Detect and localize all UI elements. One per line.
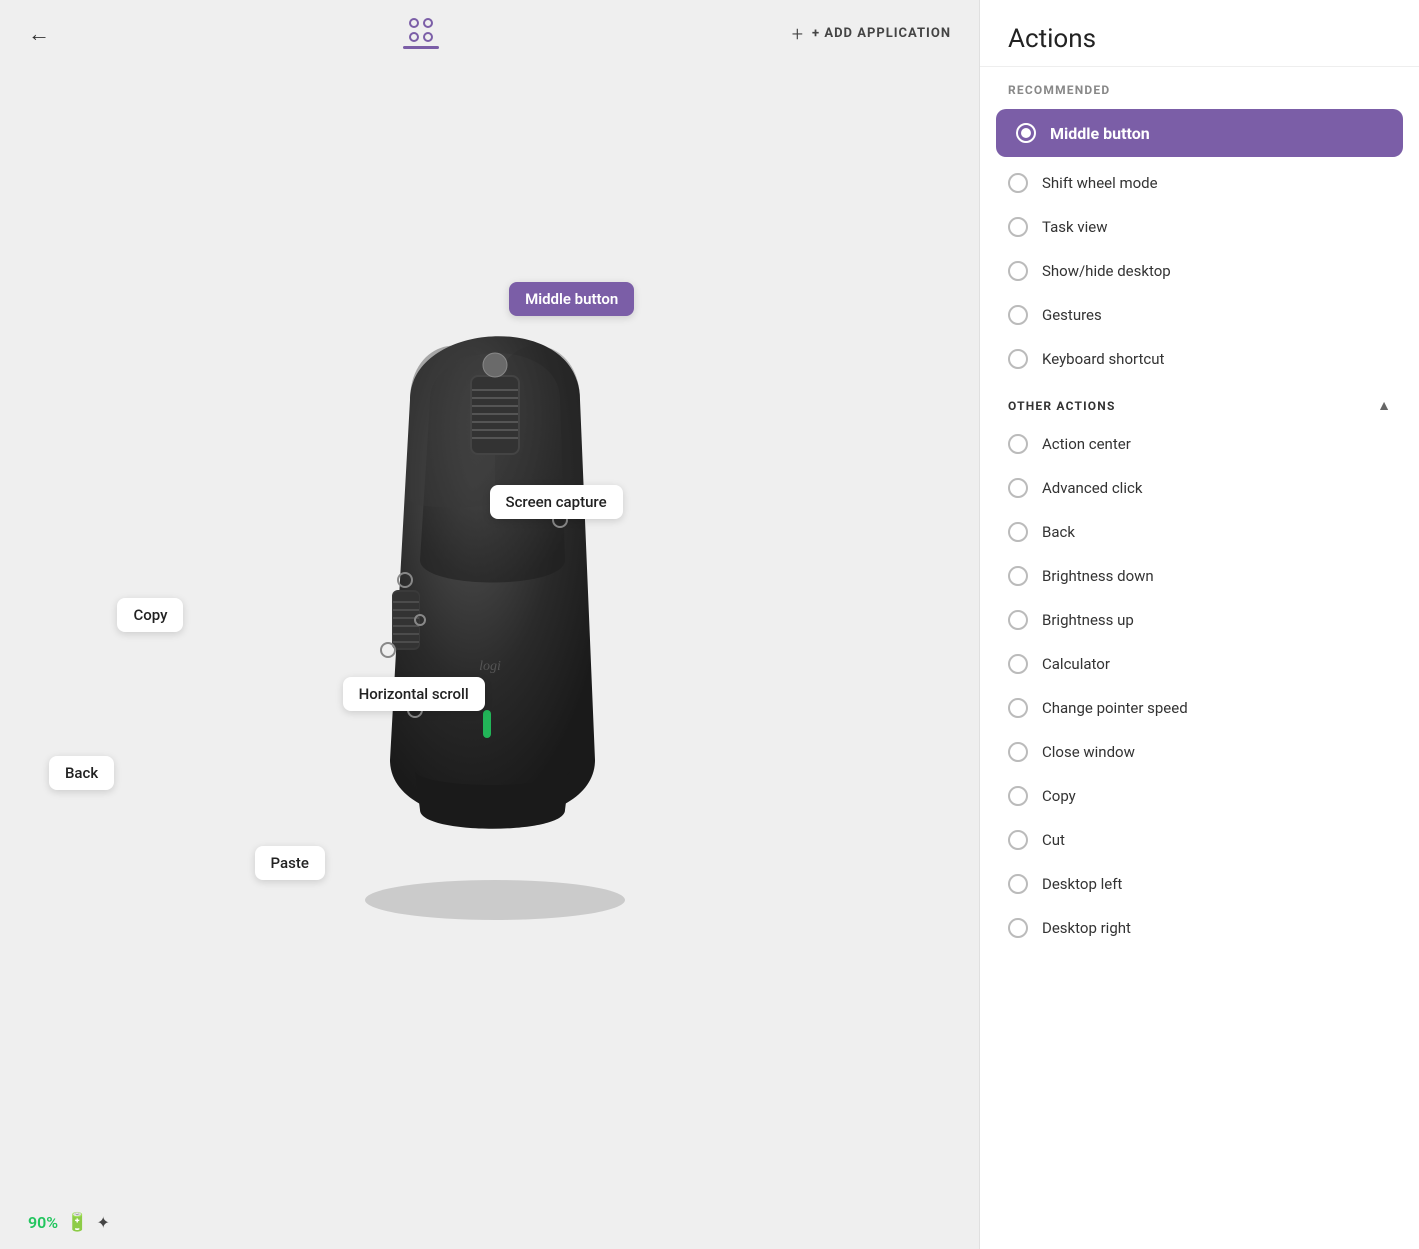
radio-show-hide-desktop [1008, 261, 1028, 281]
copy-label-text: Copy [133, 606, 167, 624]
other-actions-header: OTHER ACTIONS ▲ [980, 381, 1419, 422]
other-action-label-close-window: Close window [1042, 743, 1135, 761]
svg-text:logi: logi [479, 659, 501, 674]
other-radio-desktop-left [1008, 874, 1028, 894]
apps-icon-wrapper[interactable] [403, 18, 439, 49]
apps-dot-4 [423, 32, 433, 42]
other-action-label-calculator: Calculator [1042, 655, 1110, 673]
apps-underline [403, 46, 439, 49]
other-radio-calculator [1008, 654, 1028, 674]
other-action-item-copy[interactable]: Copy [980, 774, 1419, 818]
other-action-item-brightness-down[interactable]: Brightness down [980, 554, 1419, 598]
action-item-task-view[interactable]: Task view [980, 205, 1419, 249]
action-item-shift-wheel[interactable]: Shift wheel mode [980, 161, 1419, 205]
other-action-item-advanced-click[interactable]: Advanced click [980, 466, 1419, 510]
mouse-illustration: logi [300, 280, 680, 920]
other-action-label-back: Back [1042, 523, 1075, 541]
screen-capture-label: Screen capture [490, 485, 623, 519]
other-action-item-back[interactable]: Back [980, 510, 1419, 554]
radio-task-view [1008, 217, 1028, 237]
back-button[interactable]: ← [28, 21, 50, 47]
radio-middle-button [1016, 123, 1036, 143]
other-radio-action-center [1008, 434, 1028, 454]
action-item-keyboard-shortcut[interactable]: Keyboard shortcut [980, 337, 1419, 381]
action-label-show-hide-desktop: Show/hide desktop [1042, 262, 1171, 280]
other-actions-title: OTHER ACTIONS [1008, 399, 1116, 413]
actions-title: Actions [1008, 24, 1391, 54]
action-item-middle-button[interactable]: Middle button [996, 109, 1403, 157]
radio-inner-middle-button [1021, 128, 1031, 138]
plus-icon: + [792, 22, 804, 46]
other-action-label-advanced-click: Advanced click [1042, 479, 1142, 497]
other-action-label-cut: Cut [1042, 831, 1065, 849]
other-radio-desktop-right [1008, 918, 1028, 938]
left-panel: ← + + ADD APPLICATION [0, 0, 979, 1249]
back-label-text: Back [65, 764, 98, 782]
status-bar: 90% 🔋 ✦ [0, 1196, 979, 1249]
apps-dot-3 [409, 32, 419, 42]
radio-shift-wheel [1008, 173, 1028, 193]
other-radio-brightness-down [1008, 566, 1028, 586]
chevron-up-icon[interactable]: ▲ [1377, 397, 1391, 414]
action-label-task-view: Task view [1042, 218, 1108, 236]
battery-percentage: 90% [28, 1213, 58, 1232]
back-label: Back [49, 756, 114, 790]
other-action-label-desktop-left: Desktop left [1042, 875, 1122, 893]
other-action-item-cut[interactable]: Cut [980, 818, 1419, 862]
other-actions-list: Action center Advanced click Back Brightnes… [980, 422, 1419, 950]
other-action-item-brightness-up[interactable]: Brightness up [980, 598, 1419, 642]
add-app-label: + ADD APPLICATION [812, 26, 951, 41]
other-action-label-action-center: Action center [1042, 435, 1131, 453]
other-action-item-action-center[interactable]: Action center [980, 422, 1419, 466]
other-radio-brightness-up [1008, 610, 1028, 630]
recommended-list: Middle button Shift wheel mode Task view Sh… [980, 105, 1419, 381]
other-radio-advanced-click [1008, 478, 1028, 498]
battery-icon: 🔋 [66, 1212, 88, 1233]
other-action-item-close-window[interactable]: Close window [980, 730, 1419, 774]
action-label-shift-wheel: Shift wheel mode [1042, 174, 1158, 192]
other-action-label-change-pointer-speed: Change pointer speed [1042, 699, 1188, 717]
radio-keyboard-shortcut [1008, 349, 1028, 369]
apps-dot-2 [423, 18, 433, 28]
action-item-show-hide-desktop[interactable]: Show/hide desktop [980, 249, 1419, 293]
other-action-item-desktop-left[interactable]: Desktop left [980, 862, 1419, 906]
action-label-gestures: Gestures [1042, 306, 1102, 324]
apps-icon [409, 18, 433, 42]
other-radio-close-window [1008, 742, 1028, 762]
other-action-label-copy: Copy [1042, 787, 1076, 805]
screen-capture-label-text: Screen capture [506, 493, 607, 511]
actions-header: Actions [980, 0, 1419, 67]
apps-dot-1 [409, 18, 419, 28]
mouse-area: logi Middle button Screen capture Copy H… [0, 67, 979, 1196]
recommended-label: RECOMMENDED [980, 67, 1419, 105]
right-panel: Actions RECOMMENDED Middle button Shift w… [979, 0, 1419, 1249]
other-action-label-brightness-down: Brightness down [1042, 567, 1154, 585]
action-label-keyboard-shortcut: Keyboard shortcut [1042, 350, 1164, 368]
top-bar: ← + + ADD APPLICATION [0, 0, 979, 67]
radio-gestures [1008, 305, 1028, 325]
middle-button-label-text: Middle button [525, 290, 618, 308]
other-action-label-brightness-up: Brightness up [1042, 611, 1134, 629]
middle-button-label: Middle button [509, 282, 634, 316]
other-action-item-change-pointer-speed[interactable]: Change pointer speed [980, 686, 1419, 730]
paste-label: Paste [255, 846, 325, 880]
paste-label-text: Paste [271, 854, 309, 872]
other-radio-copy [1008, 786, 1028, 806]
other-radio-cut [1008, 830, 1028, 850]
other-action-item-desktop-right[interactable]: Desktop right [980, 906, 1419, 950]
action-item-gestures[interactable]: Gestures [980, 293, 1419, 337]
add-application-button[interactable]: + + ADD APPLICATION [792, 22, 951, 46]
copy-label: Copy [117, 598, 183, 632]
other-action-label-desktop-right: Desktop right [1042, 919, 1131, 937]
other-radio-change-pointer-speed [1008, 698, 1028, 718]
horizontal-scroll-label-text: Horizontal scroll [359, 685, 469, 703]
other-radio-back [1008, 522, 1028, 542]
action-label-middle-button: Middle button [1050, 124, 1150, 143]
horizontal-scroll-label: Horizontal scroll [343, 677, 485, 711]
other-action-item-calculator[interactable]: Calculator [980, 642, 1419, 686]
bluetooth-icon: ✦ [97, 1213, 110, 1232]
